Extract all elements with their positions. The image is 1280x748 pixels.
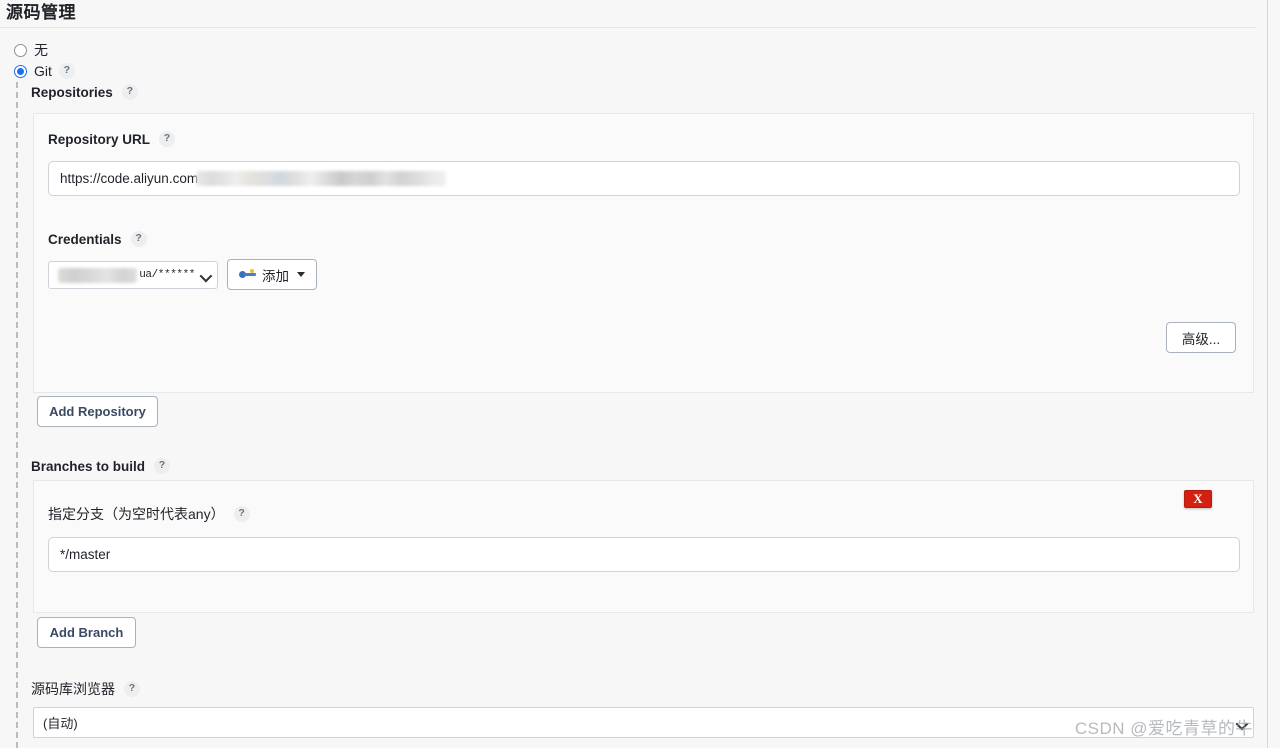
scm-option-git-label: Git xyxy=(34,63,52,79)
nesting-guide xyxy=(16,82,18,748)
advanced-button-label: 高级... xyxy=(1181,331,1221,347)
help-icon-branches[interactable]: ? xyxy=(154,458,171,474)
help-icon-repositories[interactable]: ? xyxy=(121,84,138,100)
scm-config-page: 源码管理 无 Git ? Repositories ? Repository U… xyxy=(0,0,1268,748)
help-icon-credentials[interactable]: ? xyxy=(130,231,147,247)
page-title: 源码管理 xyxy=(6,3,76,22)
key-icon xyxy=(239,269,256,280)
branches-panel: 指定分支（为空时代表any） ? */master X xyxy=(33,480,1254,613)
repository-browser-label: 源码库浏览器 xyxy=(31,681,115,697)
chevron-down-icon xyxy=(297,272,305,277)
repository-url-input[interactable]: https://code.aliyun.com xyxy=(48,161,1240,196)
scm-option-git[interactable]: Git ? xyxy=(14,62,75,80)
repository-browser-select[interactable]: (自动) xyxy=(33,707,1254,738)
repositories-label: Repositories xyxy=(31,84,113,100)
credentials-label-group: Credentials ? xyxy=(48,231,147,247)
branch-spec-label-group: 指定分支（为空时代表any） ? xyxy=(48,504,250,524)
add-repository-button[interactable]: Add Repository xyxy=(37,396,158,427)
branches-label-group: Branches to build ? xyxy=(31,458,171,474)
credentials-selected-value: ua/****** xyxy=(139,269,195,281)
repository-browser-label-group: 源码库浏览器 ? xyxy=(31,679,140,699)
help-icon-git[interactable]: ? xyxy=(58,63,75,79)
repository-url-label: Repository URL xyxy=(48,131,151,147)
redacted-credential-prefix xyxy=(58,267,138,283)
help-icon-repository-url[interactable]: ? xyxy=(159,131,176,147)
repository-browser-selected: (自动) xyxy=(43,716,78,731)
branches-label: Branches to build xyxy=(31,458,146,474)
branch-spec-input[interactable]: */master xyxy=(48,537,1240,572)
scm-option-none-label: 无 xyxy=(34,42,48,58)
add-credentials-label: 添加 xyxy=(262,268,289,284)
radio-none[interactable] xyxy=(14,43,27,57)
delete-branch-button[interactable]: X xyxy=(1184,490,1212,508)
add-branch-button[interactable]: Add Branch xyxy=(37,617,136,648)
credentials-label: Credentials xyxy=(48,231,122,247)
add-branch-label: Add Branch xyxy=(49,625,124,640)
branch-spec-value: */master xyxy=(60,547,111,562)
repository-url-value: https://code.aliyun.com xyxy=(60,171,199,186)
add-credentials-button[interactable]: 添加 xyxy=(227,259,317,290)
redacted-url-segment xyxy=(196,171,447,186)
scm-option-none[interactable]: 无 xyxy=(14,41,48,59)
credentials-select[interactable]: ua/****** xyxy=(48,261,218,289)
repositories-label-group: Repositories ? xyxy=(31,84,138,100)
help-icon-repository-browser[interactable]: ? xyxy=(124,681,140,697)
advanced-button[interactable]: 高级... xyxy=(1166,322,1236,353)
repository-url-label-group: Repository URL ? xyxy=(48,131,176,147)
branch-spec-label: 指定分支（为空时代表any） xyxy=(48,506,225,522)
radio-git[interactable] xyxy=(14,64,27,78)
help-icon-branch-spec[interactable]: ? xyxy=(233,506,250,522)
repository-panel: Repository URL ? https://code.aliyun.com… xyxy=(33,113,1254,393)
delete-branch-label: X xyxy=(1193,491,1203,506)
header-divider xyxy=(0,27,1256,28)
add-repository-label: Add Repository xyxy=(49,404,146,419)
